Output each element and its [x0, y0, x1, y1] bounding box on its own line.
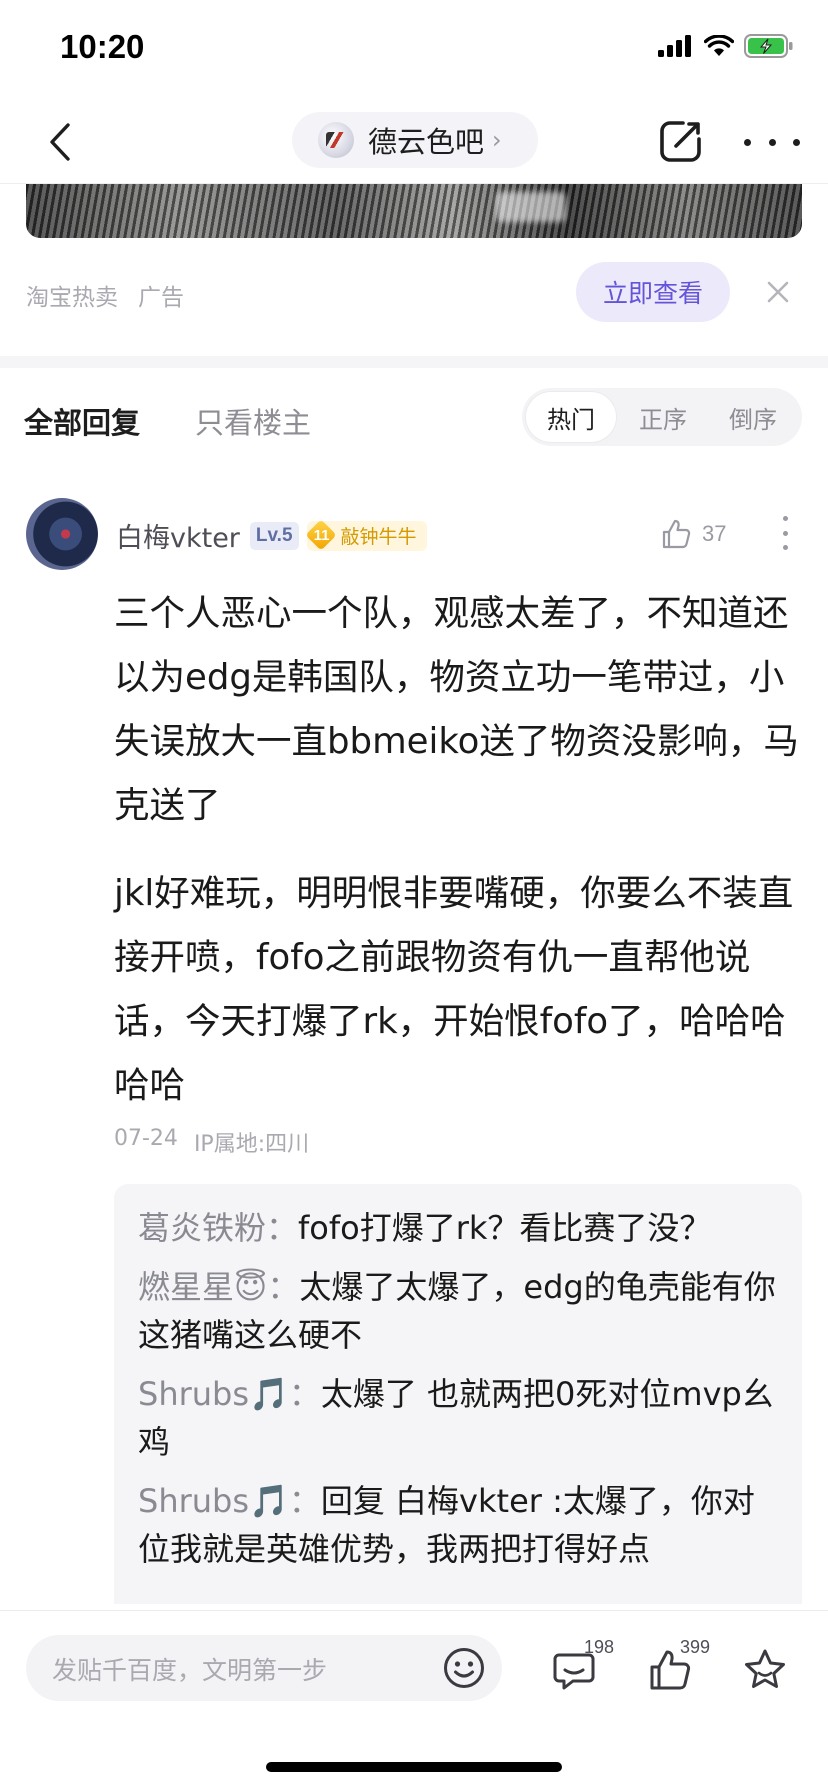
ad-image[interactable] [26, 184, 802, 238]
chevron-right-icon: › [492, 126, 502, 154]
sort-hot[interactable]: 热门 [526, 392, 616, 442]
author-row: 白梅vkter Lv.5 11 敲钟牛牛 [116, 516, 427, 555]
ad-cta-button[interactable]: 立即查看 [576, 262, 730, 322]
level-badge: Lv.5 [249, 521, 299, 550]
emoji-button[interactable] [442, 1646, 486, 1690]
status-time: 10:20 [60, 28, 145, 65]
edit-button[interactable] [656, 116, 706, 166]
battery-icon [744, 34, 793, 58]
comment-body: 三个人恶心一个队，观感太差了，不知道还以为edg是韩国队，物资立功一笔带过，小失… [114, 582, 814, 1118]
close-icon [767, 281, 789, 303]
comment-paragraph: 三个人恶心一个队，观感太差了，不知道还以为edg是韩国队，物资立功一笔带过，小失… [114, 593, 799, 826]
home-indicator [266, 1762, 562, 1772]
forum-avatar [318, 122, 354, 158]
post-like-count: 399 [680, 1637, 711, 1657]
sub-reply[interactable]: 葛炎铁粉：fofo打爆了rk？看比赛了没？ [138, 1204, 778, 1252]
ad-close-button[interactable] [764, 278, 792, 306]
reply-input-placeholder: 发贴千百度，文明第一步 [52, 1656, 328, 1685]
medal-name: 敲钟牛牛 [340, 526, 417, 548]
nav-bar: 德云色吧 › [0, 100, 828, 184]
status-bar: 10:20 [0, 0, 828, 100]
medal-icon: 11 [307, 521, 337, 551]
sub-replies[interactable]: 葛炎铁粉：fofo打爆了rk？看比赛了没？ 燃星星😇：太爆了太爆了，edg的龟壳… [114, 1184, 802, 1604]
reply-tabs: 全部回复 只看楼主 热门 正序 倒序 [0, 368, 828, 464]
tab-op-only[interactable]: 只看楼主 [195, 400, 311, 442]
wifi-icon [704, 35, 734, 56]
forum-name: 德云色吧 [368, 125, 485, 159]
sub-reply[interactable]: Shrubs🎵：回复 白梅vkter :太爆了，你对位我就是英雄优势，我两把打得… [138, 1477, 778, 1573]
like-count: 37 [702, 521, 727, 546]
emoji-icon [444, 1648, 484, 1688]
comment-meta: 07-24 IP属地:四川 [114, 1126, 309, 1158]
reply-input[interactable]: 发贴千百度，文明第一步 [26, 1635, 502, 1701]
sub-reply-user[interactable]: Shrubs🎵 [138, 1482, 289, 1520]
edit-icon [660, 121, 701, 162]
tab-all-replies[interactable]: 全部回复 [24, 400, 140, 442]
comment-like-button[interactable]: 37 [660, 518, 726, 550]
signal-icon [658, 35, 691, 57]
sort-segmented-control: 热门 正序 倒序 [522, 388, 802, 446]
back-button[interactable] [36, 114, 84, 170]
medal-badge: 11 敲钟牛牛 [306, 520, 427, 551]
sort-descending[interactable]: 倒序 [708, 392, 798, 442]
status-icons [658, 34, 794, 58]
comment-date: 07-24 [114, 1126, 178, 1151]
comment-paragraph: jkl好难玩，明明恨非要嘴硬，你要么不装直接开喷，fofo之前跟物资有仇一直帮他… [114, 873, 794, 1106]
ad-source: 淘宝热卖 [26, 285, 118, 311]
author-name[interactable]: 白梅vkter [116, 516, 240, 555]
sub-reply-user[interactable]: Shrubs🎵 [138, 1375, 289, 1413]
star-icon [745, 1649, 785, 1688]
more-button[interactable] [744, 124, 800, 160]
ip-location: IP属地:四川 [193, 1132, 310, 1157]
comment-more-button[interactable] [780, 516, 790, 550]
sub-reply-text: fofo打爆了rk？看比赛了没？ [298, 1209, 712, 1247]
more-icon [744, 138, 751, 146]
section-divider [0, 356, 828, 368]
avatar[interactable] [26, 498, 98, 570]
sub-reply[interactable]: 燃星星😇：太爆了太爆了，edg的龟壳能有你这猪嘴这么硬不 [138, 1263, 778, 1359]
ad-tag: 广告 [138, 285, 184, 311]
thumbs-up-icon [662, 519, 691, 549]
sub-reply[interactable]: Shrubs🎵：太爆了 也就两把0死对位mvp幺鸡 [138, 1370, 778, 1466]
back-icon [50, 123, 70, 161]
sub-reply-user[interactable]: 燃星星😇 [138, 1268, 267, 1306]
favorite-button[interactable] [742, 1647, 788, 1693]
comment-count: 198 [584, 1637, 615, 1657]
sort-ascending[interactable]: 正序 [618, 392, 708, 442]
sub-reply-user[interactable]: 葛炎铁粉 [138, 1209, 266, 1247]
forum-pill[interactable]: 德云色吧 › [292, 112, 538, 168]
ad-meta: 淘宝热卖 广告 [26, 278, 184, 312]
